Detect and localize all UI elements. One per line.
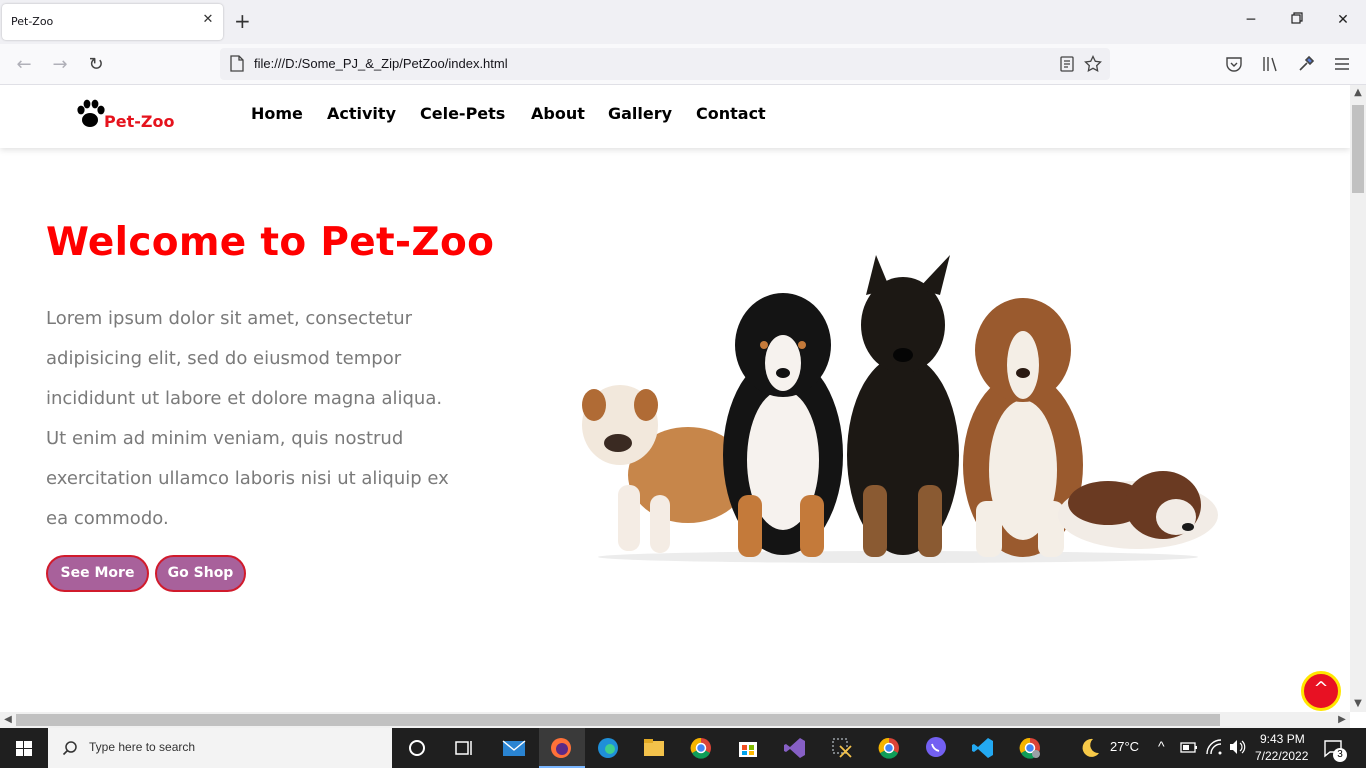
scroll-to-top-button[interactable]: ^ (1301, 671, 1341, 711)
chrome-icon[interactable] (689, 736, 713, 760)
nav-about[interactable]: About (531, 104, 585, 123)
clock-date[interactable]: 7/22/2022 (1255, 749, 1308, 763)
bulldog-puppy (582, 385, 748, 553)
logo-text: Pet-Zoo (104, 112, 175, 131)
browser-tab-strip: Pet-Zoo ✕ + ─ ✕ (0, 0, 1366, 44)
notification-count-badge: 3 (1333, 748, 1347, 762)
see-more-button[interactable]: See More (46, 555, 149, 592)
shepherd-puppy (847, 255, 959, 557)
wifi-icon[interactable] (1205, 738, 1223, 756)
reload-icon[interactable]: ↻ (84, 53, 108, 77)
scroll-up-icon[interactable]: ▲ (1350, 85, 1366, 101)
tab-title: Pet-Zoo (11, 15, 54, 28)
menu-icon[interactable] (1333, 55, 1351, 73)
task-view-icon[interactable] (452, 736, 476, 760)
tray-overflow-icon[interactable]: ^ (1158, 738, 1165, 754)
volume-icon[interactable] (1228, 738, 1246, 756)
snipping-tool-icon[interactable] (830, 736, 854, 760)
edge-icon[interactable] (596, 736, 620, 760)
url-bar[interactable]: file:///D:/Some_PJ_&_Zip/PetZoo/index.ht… (220, 48, 1110, 80)
cortana-icon[interactable] (405, 736, 429, 760)
page-viewport: Pet-Zoo Home Activity Cele-Pets About Ga… (0, 85, 1350, 712)
go-shop-button[interactable]: Go Shop (155, 555, 246, 592)
restore-icon[interactable] (1287, 10, 1307, 30)
bookmark-star-icon[interactable] (1084, 55, 1102, 73)
search-icon (62, 741, 77, 756)
library-icon[interactable] (1261, 55, 1279, 73)
browser-navbar: ← → ↻ file:///D:/Some_PJ_&_Zip/PetZoo/in… (0, 44, 1366, 85)
minimize-icon[interactable]: ─ (1241, 10, 1261, 30)
paw-icon (77, 99, 105, 127)
windows-start-icon[interactable] (0, 728, 48, 768)
vertical-scrollbar[interactable]: ▲ ▼ (1350, 85, 1366, 712)
url-text: file:///D:/Some_PJ_&_Zip/PetZoo/index.ht… (254, 56, 508, 71)
eyedropper-icon[interactable] (1297, 55, 1315, 73)
site-header: Pet-Zoo Home Activity Cele-Pets About Ga… (0, 85, 1350, 148)
scroll-left-icon[interactable]: ◀ (0, 712, 16, 728)
battery-icon[interactable] (1180, 738, 1198, 756)
chrome-dev-icon[interactable] (1018, 736, 1042, 760)
back-icon[interactable]: ← (12, 53, 36, 77)
file-icon (230, 55, 244, 72)
windows-taskbar: Type here to search 27°C ^ 9:43 PM 7/22/… (0, 728, 1366, 768)
scroll-down-icon[interactable]: ▼ (1350, 696, 1366, 712)
hero-title: Welcome to Pet-Zoo (46, 220, 495, 265)
vscode-icon[interactable] (971, 736, 995, 760)
hero-body: Lorem ipsum dolor sit amet, consectetur … (46, 308, 449, 529)
weather-temperature[interactable]: 27°C (1110, 739, 1139, 754)
firefox-icon[interactable] (549, 736, 573, 760)
reader-view-icon[interactable] (1058, 55, 1076, 73)
bernese-puppy (723, 293, 843, 557)
horizontal-scrollbar[interactable]: ◀ ▶ (0, 712, 1350, 728)
store-icon[interactable] (736, 736, 760, 760)
visual-studio-icon[interactable] (783, 736, 807, 760)
weather-moon-icon[interactable] (1078, 736, 1102, 760)
nav-cele-pets[interactable]: Cele-Pets (420, 104, 505, 123)
vertical-scroll-thumb[interactable] (1352, 105, 1364, 193)
chrome-profile-icon[interactable] (877, 736, 901, 760)
puppies-image (582, 255, 1218, 563)
lying-puppy (1058, 471, 1218, 549)
nav-gallery[interactable]: Gallery (608, 104, 672, 123)
mail-icon[interactable] (502, 736, 526, 760)
scroll-right-icon[interactable]: ▶ (1334, 712, 1350, 728)
nav-activity[interactable]: Activity (327, 104, 396, 123)
nav-contact[interactable]: Contact (696, 104, 766, 123)
viber-icon[interactable] (924, 736, 948, 760)
search-placeholder: Type here to search (89, 740, 196, 754)
forward-icon[interactable]: → (48, 53, 72, 77)
close-window-icon[interactable]: ✕ (1333, 10, 1353, 30)
tab-close-icon[interactable]: ✕ (201, 13, 215, 27)
horizontal-scroll-thumb[interactable] (16, 714, 1220, 726)
clock-time[interactable]: 9:43 PM (1260, 732, 1305, 746)
taskbar-search-box[interactable]: Type here to search (48, 728, 392, 768)
new-tab-icon[interactable]: + (234, 10, 251, 32)
browser-tab[interactable]: Pet-Zoo ✕ (2, 4, 223, 40)
pocket-icon[interactable] (1225, 55, 1243, 73)
file-explorer-icon[interactable] (642, 736, 666, 760)
nav-home[interactable]: Home (251, 104, 303, 123)
